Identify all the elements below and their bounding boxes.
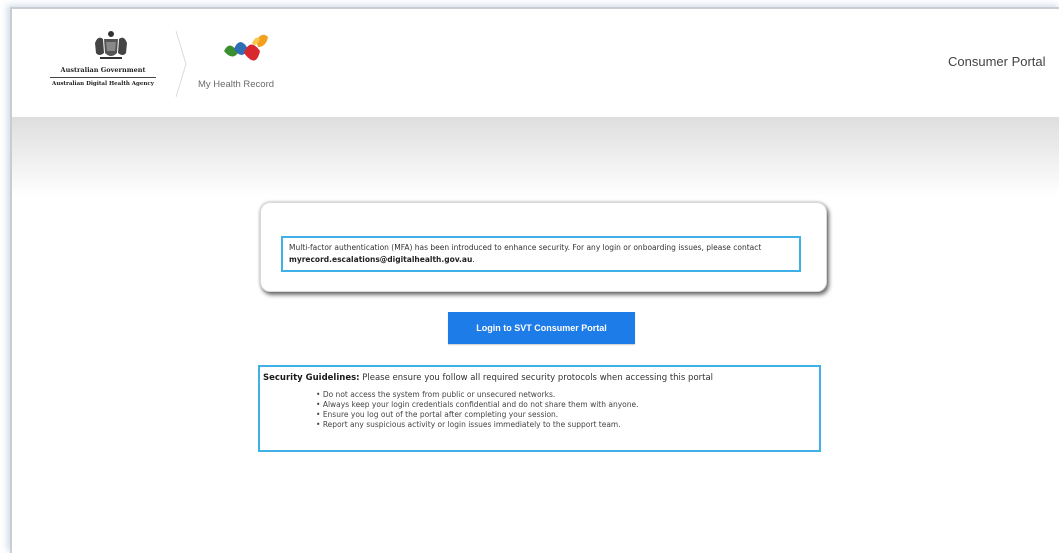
site-header: Australian Government Australian Digital… <box>12 9 1059 117</box>
government-name: Australian Government <box>60 66 146 74</box>
product-name: My Health Record <box>198 79 275 90</box>
mfa-notice-end: . <box>472 254 475 264</box>
portal-title: Consumer Portal <box>948 54 1046 69</box>
coat-of-arms-icon <box>95 31 127 59</box>
guidelines-list: Do not access the system from public or … <box>263 390 816 430</box>
browser-frame: Australian Government Australian Digital… <box>10 7 1059 553</box>
guidelines-intro: Please ensure you follow all required se… <box>359 373 714 383</box>
mfa-notice-text: Multi-factor authentication (MFA) has be… <box>289 243 762 252</box>
header-band <box>12 117 1059 197</box>
guidelines-title: Security Guidelines: <box>263 373 360 383</box>
mfa-notice-card: Multi-factor authentication (MFA) has be… <box>260 202 827 292</box>
security-guidelines: Security Guidelines: Please ensure you f… <box>258 365 821 452</box>
guideline-item: Ensure you log out of the portal after c… <box>316 410 816 420</box>
logo-divider <box>175 30 187 98</box>
escalation-email: myrecord.escalations@digitalhealth.gov.a… <box>289 254 473 264</box>
guidelines-heading: Security Guidelines: Please ensure you f… <box>263 373 816 383</box>
agency-name: Australian Digital Health Agency <box>52 81 154 87</box>
australian-government-logo[interactable]: Australian Government Australian Digital… <box>48 29 158 99</box>
logo-rule <box>50 77 156 78</box>
my-health-record-logo-icon[interactable] <box>222 31 272 73</box>
mfa-notice: Multi-factor authentication (MFA) has be… <box>281 236 801 272</box>
guideline-item: Do not access the system from public or … <box>316 390 816 400</box>
login-button[interactable]: Login to SVT Consumer Portal <box>448 312 635 344</box>
guideline-item: Report any suspicious activity or login … <box>316 420 816 430</box>
guideline-item: Always keep your login credentials confi… <box>316 400 816 410</box>
